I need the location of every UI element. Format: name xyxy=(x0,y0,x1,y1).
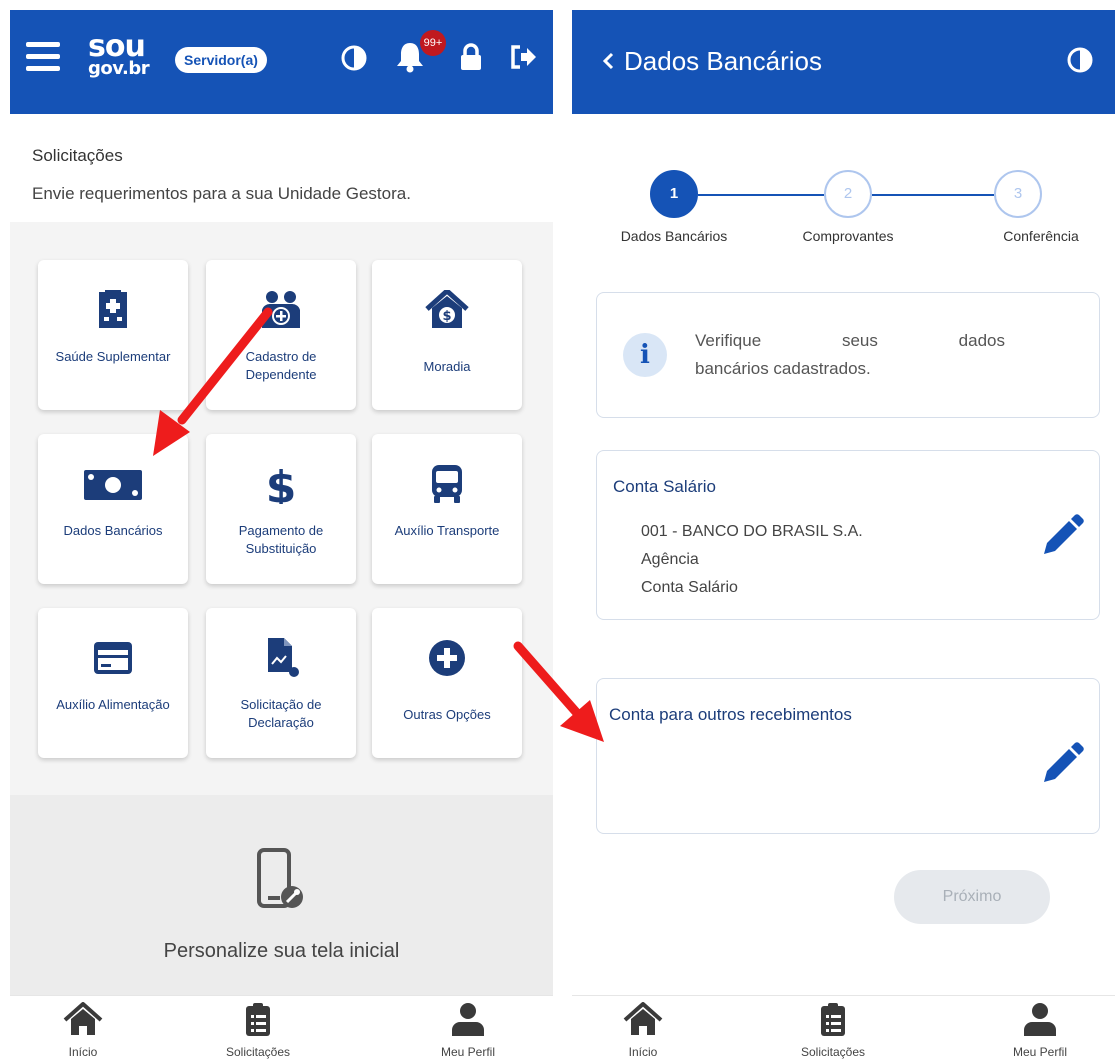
user-icon xyxy=(1024,1003,1056,1036)
tile-label: Pagamento de Substituição xyxy=(238,523,324,556)
tile-label: Moradia xyxy=(423,359,471,374)
plus-circle-icon xyxy=(429,640,465,676)
logo-bottom: gov.br xyxy=(88,58,150,79)
home-icon xyxy=(623,1002,663,1035)
app-header: sou gov.br Servidor(a) 99+ xyxy=(10,10,553,114)
tile-solicitacao-declaracao[interactable]: Solicitação de Declaração xyxy=(206,608,356,758)
requests-grid: Saúde Suplementar Cadastro de Dependente… xyxy=(10,222,553,782)
clipboard-icon xyxy=(246,1003,270,1036)
card-title: Conta para outros recebimentos xyxy=(609,705,852,724)
lock-icon[interactable] xyxy=(458,42,484,72)
home-icon xyxy=(63,1002,103,1035)
profile-badge[interactable]: Servidor(a) xyxy=(175,47,267,73)
step-2-label: Comprovantes xyxy=(802,228,894,244)
user-icon xyxy=(452,1003,484,1036)
section-title: Solicitações xyxy=(32,146,123,165)
nav-label: Início xyxy=(68,1045,98,1059)
hospital-icon xyxy=(99,290,127,328)
tile-auxilio-transporte[interactable]: Auxílio Transporte xyxy=(372,434,522,584)
bus-icon xyxy=(432,465,462,503)
page-title: Dados Bancários xyxy=(624,46,822,76)
tile-auxilio-alimentacao[interactable]: Auxílio Alimentação xyxy=(38,608,188,758)
tile-label: Auxílio Transporte xyxy=(394,523,500,538)
other-account-card: Conta para outros recebimentos xyxy=(596,678,1100,834)
info-icon: i xyxy=(623,333,667,377)
tile-pagamento-substituicao[interactable]: $ Pagamento de Substituição xyxy=(206,434,356,584)
clipboard-icon xyxy=(821,1003,845,1036)
nav-label: Solicitações xyxy=(225,1045,291,1059)
card-title: Conta Salário xyxy=(613,477,717,496)
home-screen: sou gov.br Servidor(a) 99+ Solicitações … xyxy=(10,10,553,1063)
govbr-logo: sou gov.br xyxy=(88,32,150,79)
svg-text:$: $ xyxy=(266,464,297,504)
step-1-label: Dados Bancários xyxy=(620,228,728,244)
phone-settings-icon xyxy=(257,848,303,908)
account: Conta Salário xyxy=(641,579,738,596)
nav-meu-perfil[interactable]: Meu Perfil xyxy=(398,1002,538,1059)
tile-cadastro-dependente[interactable]: Cadastro de Dependente xyxy=(206,260,356,410)
tile-outras-opcoes[interactable]: Outras Opções xyxy=(372,608,522,758)
pencil-icon[interactable] xyxy=(1039,741,1085,787)
dependents-icon xyxy=(262,291,300,328)
requests-intro: Solicitações Envie requerimentos para a … xyxy=(10,114,553,222)
personalize-panel[interactable]: Personalize sua tela inicial xyxy=(10,795,553,995)
tile-label: Solicitação de Declaração xyxy=(240,697,322,730)
document-icon xyxy=(268,638,299,677)
dollar-icon: $ xyxy=(266,464,297,504)
tile-saude-suplementar[interactable]: Saúde Suplementar xyxy=(38,260,188,410)
contrast-icon[interactable] xyxy=(1066,46,1094,74)
salary-account-card: Conta Salário 001 - BANCO DO BRASIL S.A.… xyxy=(596,450,1100,620)
bottom-nav: Início Solicitações Meu Perfil xyxy=(10,995,553,1063)
nav-solicitacoes[interactable]: Solicitações xyxy=(188,1002,328,1059)
step-connector xyxy=(872,194,994,196)
step-3-label: Conferência xyxy=(1003,228,1079,244)
page-header: Dados Bancários xyxy=(572,10,1115,114)
nav-label: Meu Perfil xyxy=(440,1045,496,1059)
bank-data-screen: Dados Bancários 1 2 3 Dados Bancários Co… xyxy=(572,10,1115,1063)
nav-meu-perfil[interactable]: Meu Perfil xyxy=(970,1002,1110,1059)
next-button[interactable]: Próximo xyxy=(894,870,1050,924)
svg-text:$: $ xyxy=(442,309,451,324)
contrast-icon[interactable] xyxy=(340,44,368,72)
notification-count: 99+ xyxy=(420,30,446,56)
info-card: i Verifique seus dados bancários cadastr… xyxy=(596,292,1100,418)
tile-label: Saúde Suplementar xyxy=(55,349,171,364)
section-subtitle: Envie requerimentos para a sua Unidade G… xyxy=(32,184,411,203)
personalize-text: Personalize sua tela inicial xyxy=(163,940,400,962)
tile-label: Dados Bancários xyxy=(63,523,163,538)
money-bill-icon xyxy=(84,470,142,500)
tile-label: Outras Opções xyxy=(403,707,491,722)
house-money-icon: $ xyxy=(425,290,469,328)
nav-inicio[interactable]: Início xyxy=(13,1002,153,1059)
step-2-circle: 2 xyxy=(824,170,872,218)
nav-inicio[interactable]: Início xyxy=(573,1002,713,1059)
bottom-nav: Início Solicitações Meu Perfil xyxy=(572,995,1115,1063)
tile-moradia[interactable]: $ Moradia xyxy=(372,260,522,410)
info-line-2: bancários cadastrados. xyxy=(695,359,871,378)
nav-label: Início xyxy=(628,1045,658,1059)
tile-label: Cadastro de Dependente xyxy=(245,349,317,382)
nav-label: Meu Perfil xyxy=(1012,1045,1068,1059)
step-3-circle: 3 xyxy=(994,170,1042,218)
tile-dados-bancarios[interactable]: Dados Bancários xyxy=(38,434,188,584)
logout-icon[interactable] xyxy=(510,44,538,70)
nav-solicitacoes[interactable]: Solicitações xyxy=(763,1002,903,1059)
credit-card-icon xyxy=(94,642,132,674)
pencil-icon[interactable] xyxy=(1039,513,1085,559)
step-1-circle: 1 xyxy=(650,170,698,218)
bank-name: 001 - BANCO DO BRASIL S.A. xyxy=(641,523,863,540)
info-line-1: Verifique seus dados xyxy=(695,331,1005,350)
step-connector xyxy=(698,194,824,196)
menu-icon[interactable] xyxy=(26,42,60,72)
nav-label: Solicitações xyxy=(800,1045,866,1059)
info-text: Verifique seus dados bancários cadastrad… xyxy=(695,327,1005,383)
chevron-left-icon[interactable] xyxy=(598,48,620,74)
agency: Agência xyxy=(641,551,699,568)
tile-label: Auxílio Alimentação xyxy=(56,697,170,712)
